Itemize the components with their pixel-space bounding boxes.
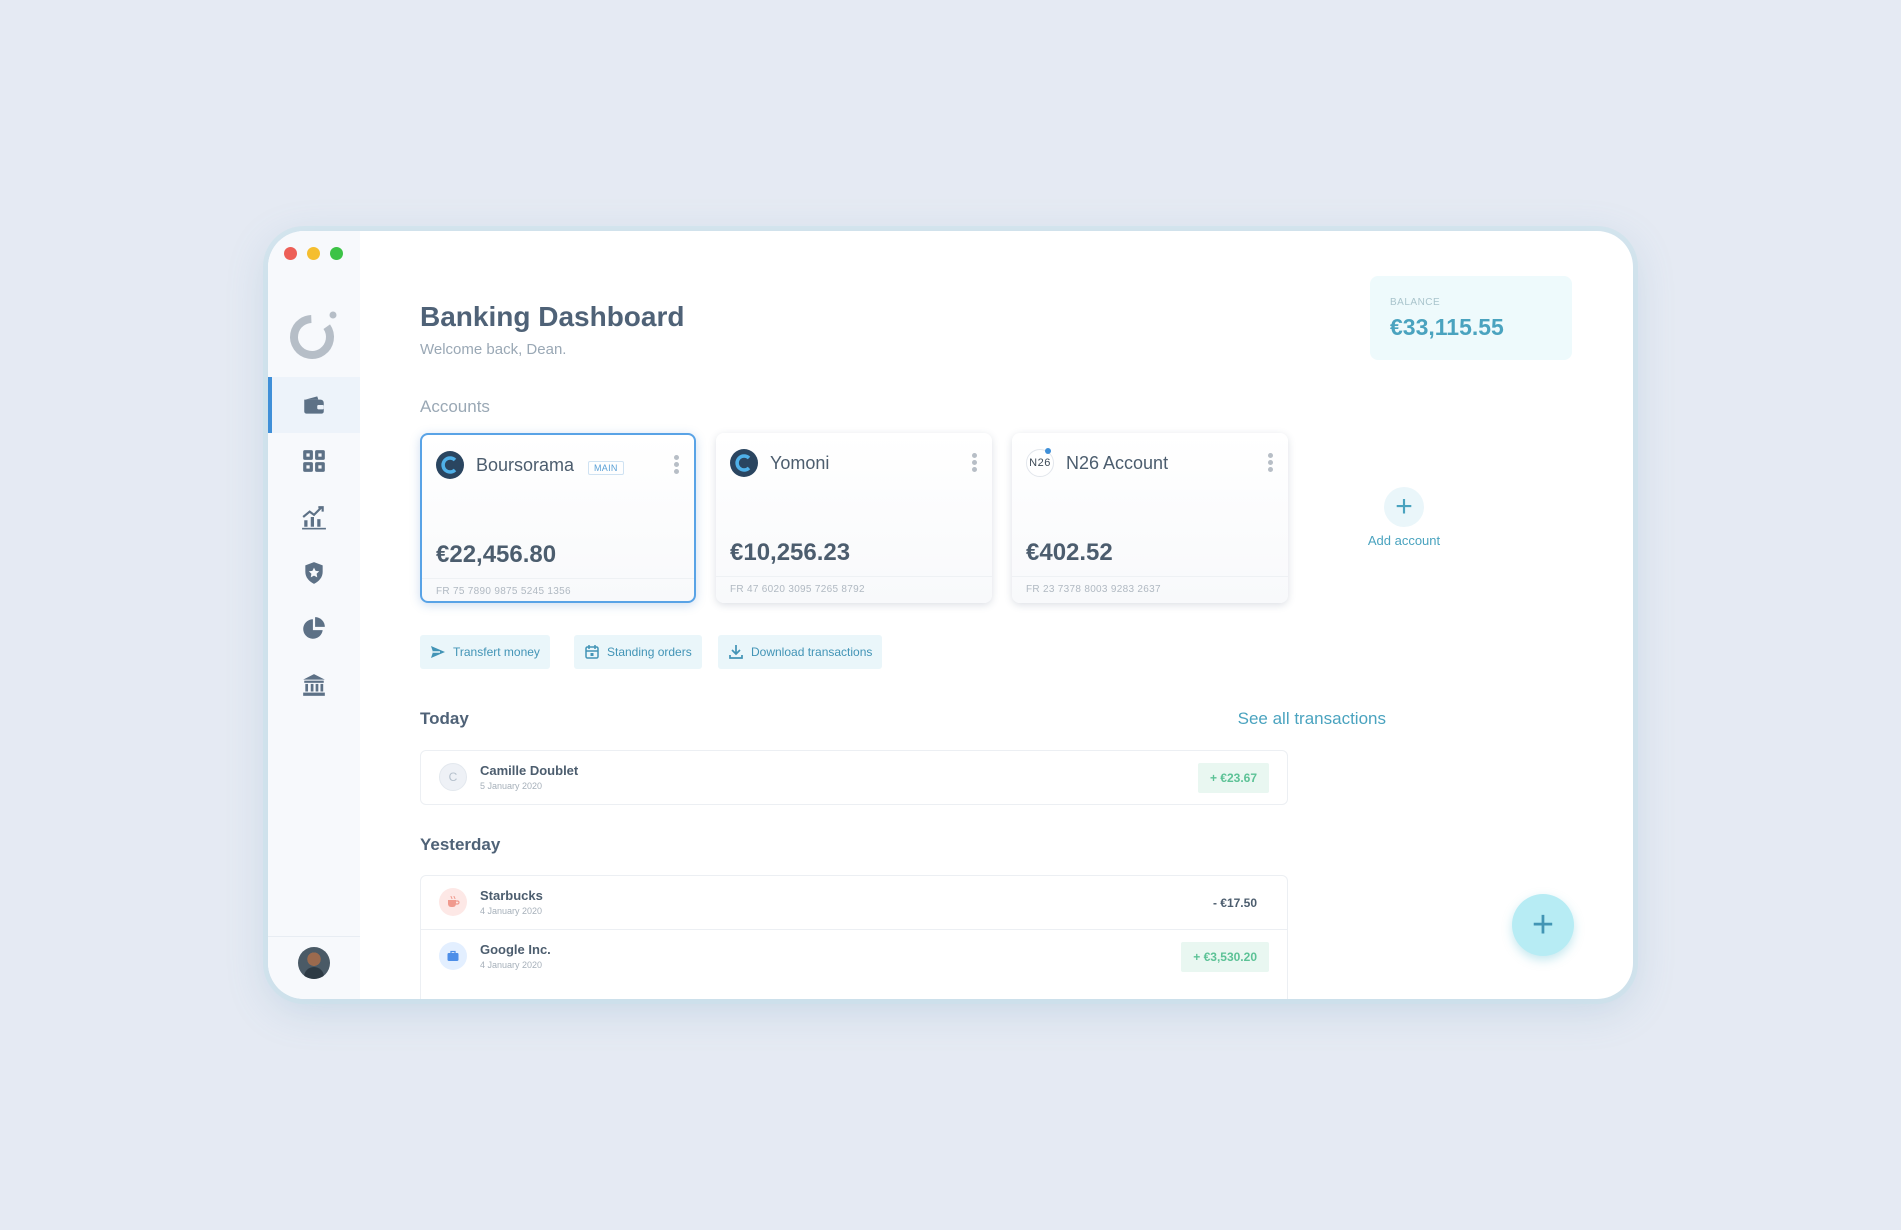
- account-name: Yomoni: [770, 453, 830, 473]
- account-balance: €402.52: [1026, 539, 1113, 566]
- sidebar-item-bank[interactable]: [268, 657, 360, 713]
- coffee-icon: [439, 888, 467, 916]
- shield-star-icon: [305, 562, 323, 584]
- main-account-badge: MAIN: [588, 461, 624, 475]
- see-all-transactions-link[interactable]: See all transactions: [1186, 709, 1386, 729]
- yesterday-heading: Yesterday: [420, 835, 501, 854]
- n26-logo-text: N26: [1029, 457, 1051, 469]
- sidebar-item-wallet[interactable]: [268, 377, 360, 433]
- add-account-button[interactable]: + Add account: [1344, 487, 1464, 548]
- transaction-row[interactable]: Google Inc. 4 January 2020 + €3,530.20: [421, 930, 1287, 983]
- transaction-name: Google Inc.: [480, 942, 551, 957]
- account-name: N26 Account: [1066, 453, 1169, 473]
- contact-initial-avatar: C: [439, 763, 467, 791]
- yomoni-logo-icon: [730, 449, 758, 477]
- account-iban: FR 75 7890 9875 5245 1356: [436, 586, 571, 597]
- window-controls: [284, 247, 343, 260]
- standing-orders-button[interactable]: Standing orders: [574, 635, 702, 669]
- bank-icon: [303, 674, 325, 696]
- welcome-message: Welcome back, Dean.: [420, 341, 567, 358]
- page-title: Banking Dashboard: [420, 301, 685, 332]
- floating-add-button[interactable]: +: [1512, 894, 1574, 956]
- calendar-icon: [585, 645, 599, 659]
- user-avatar[interactable]: [298, 947, 330, 979]
- account-name: Boursorama: [476, 455, 575, 475]
- sidebar-divider: [268, 936, 360, 937]
- send-icon: [431, 646, 445, 658]
- transaction-name: Camille Doublet: [480, 763, 579, 778]
- transaction-date: 4 January 2020: [480, 960, 543, 970]
- transaction-date: 4 January 2020: [480, 906, 543, 916]
- account-card-boursorama[interactable]: Boursorama MAIN €22,456.80 FR 75 7890 98…: [420, 433, 696, 603]
- app-window: Banking Dashboard Welcome back, Dean. BA…: [268, 231, 1633, 999]
- card-divider: [1012, 576, 1288, 577]
- sidebar: [268, 231, 360, 999]
- sidebar-item-security[interactable]: [268, 545, 360, 601]
- minimize-window-button[interactable]: [307, 247, 320, 260]
- balance-value: €33,115.55: [1390, 314, 1504, 340]
- n26-logo-icon: N26: [1026, 448, 1054, 477]
- transaction-name: Starbucks: [480, 888, 543, 903]
- pie-chart-icon: [303, 617, 325, 639]
- wallet-icon: [304, 396, 324, 414]
- today-heading: Today: [420, 709, 469, 728]
- plus-icon: +: [1384, 487, 1424, 527]
- download-transactions-label: Download transactions: [751, 645, 873, 659]
- sidebar-item-apps[interactable]: [268, 433, 360, 489]
- balance-label: BALANCE: [1390, 297, 1441, 308]
- account-card-yomoni[interactable]: Yomoni €10,256.23 FR 47 6020 3095 7265 8…: [716, 433, 992, 603]
- download-transactions-button[interactable]: Download transactions: [718, 635, 883, 669]
- app-logo-icon: [290, 311, 337, 359]
- transaction-amount: + €23.67: [1197, 763, 1269, 793]
- card-divider: [716, 576, 992, 577]
- transaction-amount: + €3,530.20: [1181, 942, 1269, 972]
- accounts-heading: Accounts: [420, 397, 490, 416]
- standing-orders-label: Standing orders: [607, 645, 692, 659]
- account-iban: FR 23 7378 8003 9283 2637: [1026, 584, 1161, 595]
- more-options-icon[interactable]: [972, 453, 978, 475]
- transaction-amount: - €17.50: [1212, 896, 1257, 910]
- transfer-money-button[interactable]: Transfert money: [420, 635, 550, 669]
- plus-icon: +: [1531, 904, 1555, 946]
- close-window-button[interactable]: [284, 247, 297, 260]
- more-options-icon[interactable]: [1268, 453, 1274, 475]
- card-divider: [422, 578, 694, 579]
- account-balance: €22,456.80: [436, 541, 557, 568]
- yesterday-transactions-list: Starbucks 4 January 2020 - €17.50 Google…: [420, 875, 1288, 999]
- account-balance: €10,256.23: [730, 539, 851, 566]
- contact-initial: C: [448, 770, 458, 784]
- transaction-row[interactable]: C Camille Doublet 5 January 2020 + €23.6…: [421, 751, 1287, 804]
- transfer-money-label: Transfert money: [453, 645, 540, 659]
- transaction-date: 5 January 2020: [480, 781, 543, 791]
- account-card-n26[interactable]: N26 N26 Account €402.52 FR 23 7378 8003 …: [1012, 433, 1288, 603]
- add-account-label: Add account: [1367, 533, 1441, 548]
- more-options-icon[interactable]: [674, 455, 680, 477]
- boursorama-logo-icon: [436, 451, 464, 479]
- transaction-row[interactable]: Starbucks 4 January 2020 - €17.50: [421, 876, 1287, 930]
- chart-growth-icon: [302, 506, 326, 530]
- balance-card: BALANCE €33,115.55: [1370, 276, 1572, 360]
- account-iban: FR 47 6020 3095 7265 8792: [730, 584, 865, 595]
- today-transactions-list: C Camille Doublet 5 January 2020 + €23.6…: [420, 750, 1288, 805]
- maximize-window-button[interactable]: [330, 247, 343, 260]
- briefcase-icon: [439, 942, 467, 970]
- apps-icon: [303, 450, 325, 472]
- sidebar-item-reports[interactable]: [268, 601, 360, 657]
- download-icon: [729, 645, 743, 659]
- sidebar-item-growth[interactable]: [268, 489, 360, 545]
